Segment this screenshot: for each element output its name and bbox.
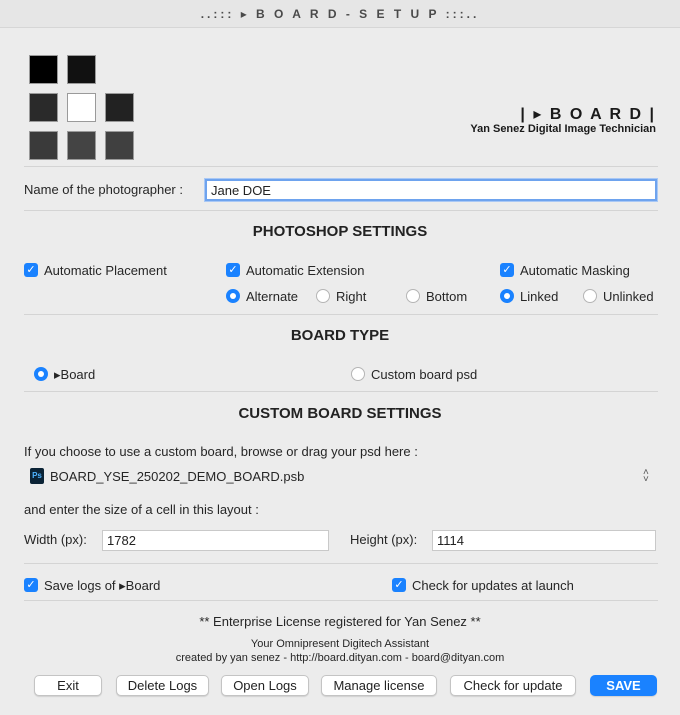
save-button[interactable]: SAVE	[590, 675, 657, 696]
extension-alternate-label: Alternate	[246, 289, 299, 304]
board-type-board-radio[interactable]	[34, 367, 48, 381]
extension-bottom-radio[interactable]	[406, 289, 420, 303]
divider	[24, 391, 658, 392]
extension-alternate-radio[interactable]	[226, 289, 240, 303]
brand-name: | ▸ B O A R D |	[520, 106, 656, 123]
check-updates-label: Check for updates at launch	[412, 578, 574, 593]
mask-linked-label: Linked	[520, 289, 559, 304]
divider	[24, 600, 658, 601]
divider	[24, 563, 658, 564]
logo-square	[67, 131, 96, 160]
automatic-extension-checkbox[interactable]: ✓	[226, 263, 240, 277]
logo-square	[105, 131, 134, 160]
photographer-input[interactable]	[205, 179, 657, 201]
automatic-placement-checkbox[interactable]: ✓	[24, 263, 38, 277]
automatic-masking-checkbox[interactable]: ✓	[500, 263, 514, 277]
window-title: ..::: ▸ B O A R D - S E T U P :::..	[0, 0, 680, 28]
extension-right-radio[interactable]	[316, 289, 330, 303]
board-type-custom-radio[interactable]	[351, 367, 365, 381]
check-updates-checkbox[interactable]: ✓	[392, 578, 406, 592]
logo-square	[29, 93, 58, 122]
delete-logs-button[interactable]: Delete Logs	[116, 675, 209, 696]
photoshop-settings-title: PHOTOSHOP SETTINGS	[252, 223, 428, 240]
chevron-down-icon[interactable]: ˅	[643, 475, 649, 485]
board-type-custom-label: Custom board psd	[371, 367, 478, 382]
height-label: Height (px):	[350, 532, 418, 547]
cell-size-instructions: and enter the size of a cell in this lay…	[24, 502, 259, 517]
board-type-board-label: ▸Board	[54, 367, 96, 382]
save-logs-label: Save logs of ▸Board	[44, 578, 161, 593]
logo-square	[67, 55, 96, 84]
custom-board-file-name: BOARD_YSE_250202_DEMO_BOARD.psb	[50, 469, 305, 484]
divider	[24, 314, 658, 315]
assistant-text: Your Omnipresent Digitech Assistant	[250, 638, 430, 650]
license-text: ** Enterprise License registered for Yan…	[199, 614, 481, 629]
logo-square	[105, 93, 134, 122]
board-type-title: BOARD TYPE	[290, 327, 390, 344]
logo-square	[29, 131, 58, 160]
mask-unlinked-label: Unlinked	[603, 289, 654, 304]
photographer-label: Name of the photographer :	[24, 182, 183, 197]
extension-right-label: Right	[336, 289, 367, 304]
check-for-update-button[interactable]: Check for update	[450, 675, 576, 696]
mask-linked-radio[interactable]	[500, 289, 514, 303]
mask-unlinked-radio[interactable]	[583, 289, 597, 303]
save-logs-checkbox[interactable]: ✓	[24, 578, 38, 592]
automatic-placement-label: Automatic Placement	[44, 263, 167, 278]
divider	[24, 166, 658, 167]
width-label: Width (px):	[24, 532, 87, 547]
divider	[24, 210, 658, 211]
logo-square	[67, 93, 96, 122]
credits-text: created by yan senez - http://board.dity…	[175, 652, 505, 664]
exit-button[interactable]: Exit	[34, 675, 102, 696]
height-input[interactable]	[432, 530, 656, 551]
custom-board-settings-title: CUSTOM BOARD SETTINGS	[238, 405, 442, 422]
extension-bottom-label: Bottom	[426, 289, 468, 304]
open-logs-button[interactable]: Open Logs	[221, 675, 309, 696]
photoshop-file-icon: Ps	[30, 468, 44, 484]
width-input[interactable]	[102, 530, 329, 551]
browse-instructions: If you choose to use a custom board, bro…	[24, 444, 418, 459]
automatic-extension-label: Automatic Extension	[246, 263, 365, 278]
logo-square	[29, 55, 58, 84]
automatic-masking-label: Automatic Masking	[520, 263, 630, 278]
brand-tagline: Yan Senez Digital Image Technician	[470, 123, 656, 135]
manage-license-button[interactable]: Manage license	[321, 675, 437, 696]
